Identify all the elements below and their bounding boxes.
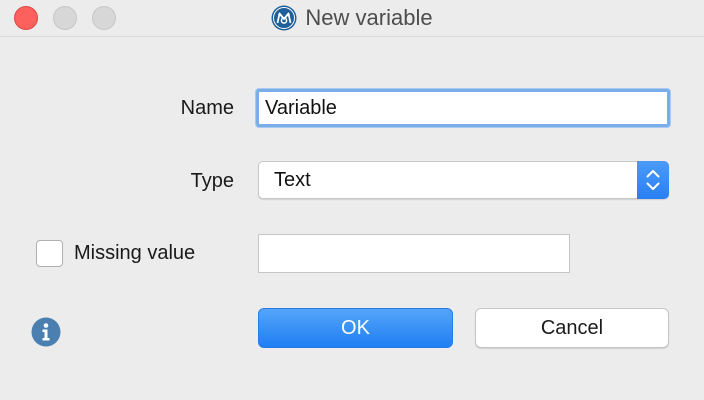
type-select[interactable]: Text — [258, 161, 669, 199]
window-title-group: New variable — [0, 0, 704, 36]
type-label: Type — [190, 170, 234, 192]
type-select-stepper[interactable] — [637, 161, 669, 199]
maxqda-logo-icon — [271, 5, 297, 31]
missing-value-input[interactable] — [258, 234, 570, 273]
window-title: New variable — [305, 5, 433, 30]
missing-value-label: Missing value — [74, 242, 196, 264]
cancel-button[interactable]: Cancel — [475, 308, 669, 348]
missing-value-checkbox[interactable] — [36, 240, 63, 267]
chevron-up-down-icon — [646, 170, 660, 190]
name-input[interactable] — [256, 89, 670, 127]
new-variable-dialog: New variable Name Type Text Missing valu… — [0, 0, 704, 400]
ok-button[interactable]: OK — [258, 308, 453, 348]
ok-button-label: OK — [341, 316, 370, 339]
name-label: Name — [180, 97, 234, 119]
type-selected-value: Text — [274, 169, 311, 191]
cancel-button-label: Cancel — [540, 316, 604, 339]
info-icon[interactable] — [31, 317, 61, 347]
title-bar: New variable — [0, 0, 704, 37]
